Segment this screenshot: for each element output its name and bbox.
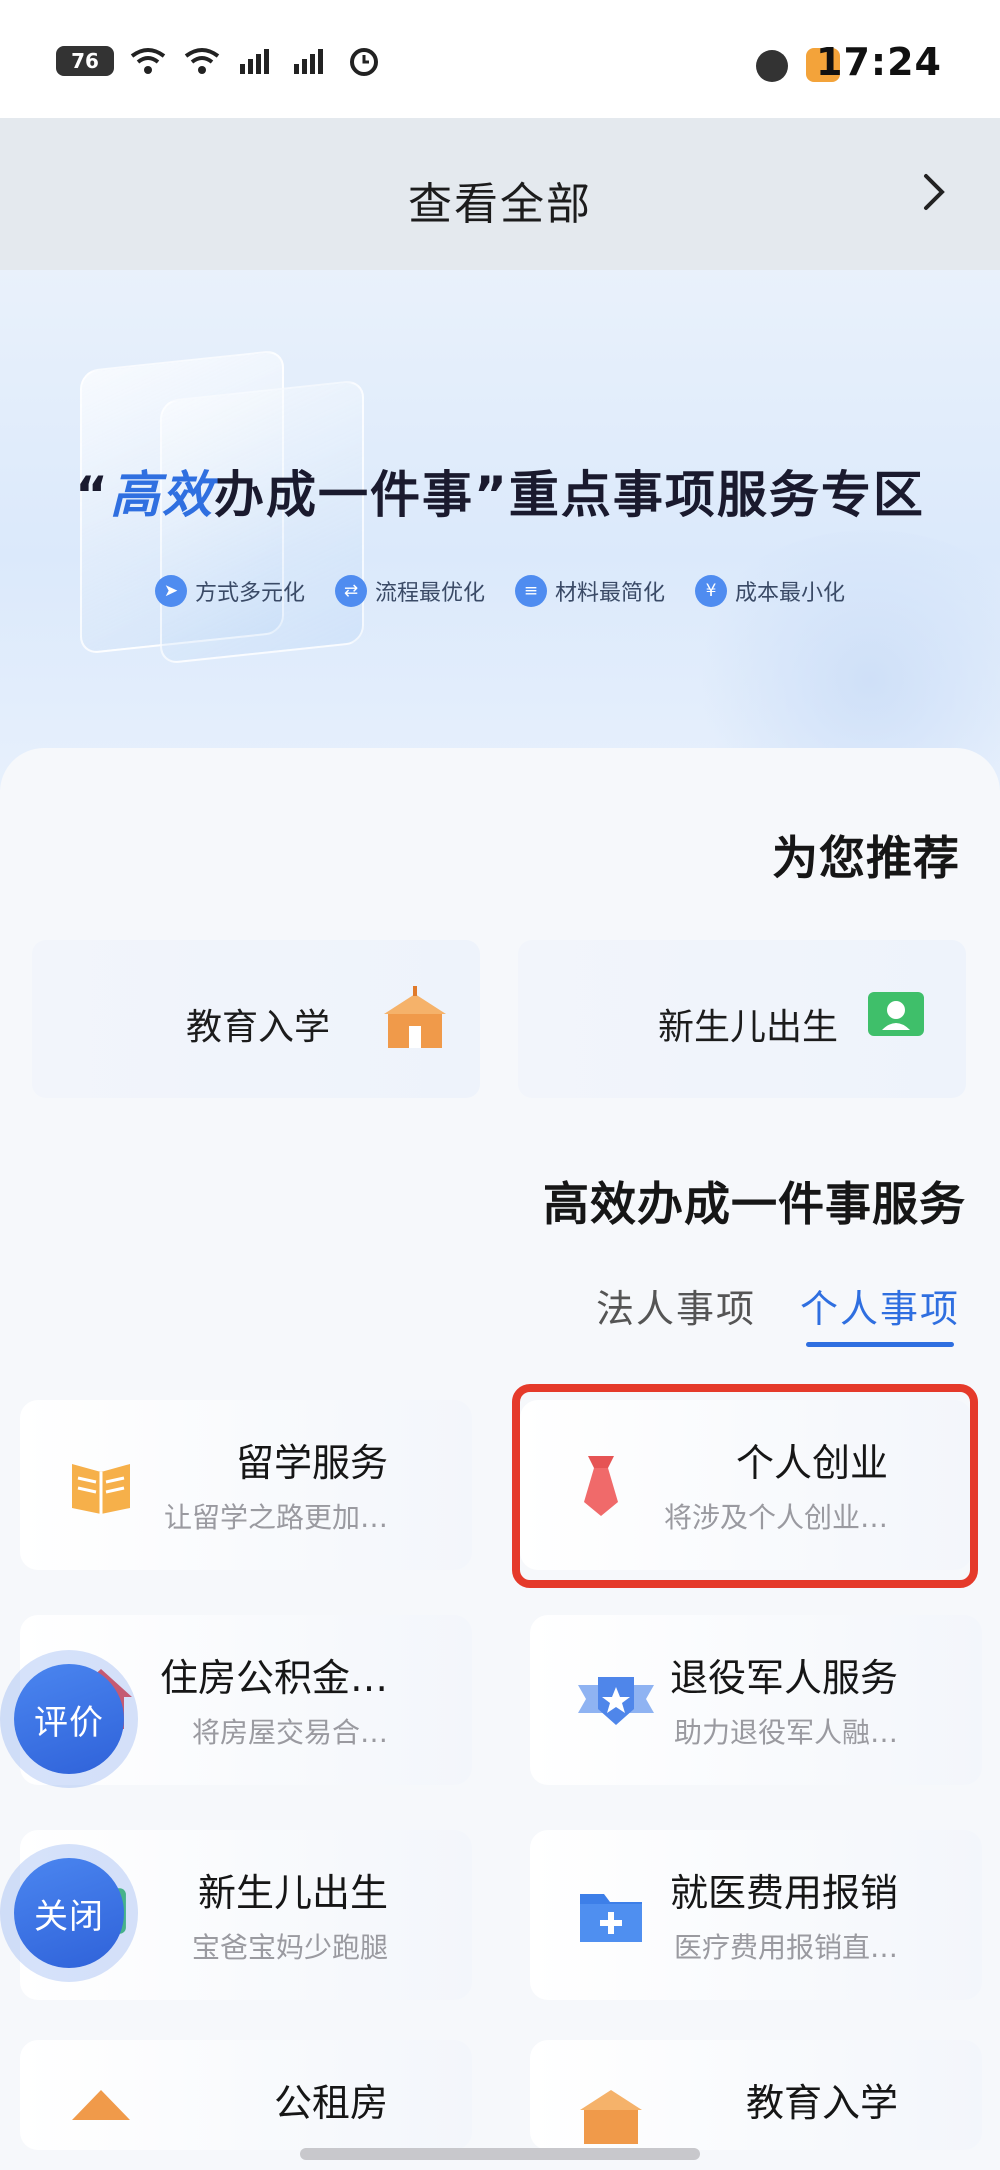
service-tabs: 法人事项 个人事项	[596, 1278, 960, 1347]
service-title: 公租房	[273, 2081, 388, 2125]
wifi-icon	[128, 44, 168, 78]
service-title: 教育入学	[745, 2081, 898, 2125]
banner-title-quote: “	[75, 466, 110, 524]
status-time: 17:24	[816, 40, 942, 84]
flow-icon: ⇄	[334, 575, 367, 607]
school-icon	[380, 984, 446, 1048]
rental-house-icon	[66, 2080, 136, 2150]
alarm-icon	[344, 44, 384, 78]
selection-highlight	[512, 1384, 978, 1588]
recommend-item-school[interactable]: 教育入学	[32, 940, 480, 1098]
status-icons: 76	[56, 44, 384, 78]
service-item-public-rental[interactable]: 公租房	[20, 2040, 472, 2150]
tab-personal[interactable]: 个人事项	[800, 1278, 960, 1347]
banner-tag-label: 成本最小化	[735, 581, 846, 606]
recommend-item-label: 新生儿出生	[657, 1007, 838, 1048]
view-all-bar[interactable]: 查看全部	[0, 118, 1000, 270]
services-title: 高效办成一件事服务	[543, 1177, 966, 1231]
service-title: 留学服务	[235, 1441, 388, 1485]
service-desc: 让留学之路更加…	[163, 1501, 388, 1534]
banner-title-highlight: 高效	[110, 466, 214, 524]
send-icon: ➤	[154, 575, 187, 607]
home-indicator[interactable]	[300, 2148, 700, 2160]
service-desc: 宝爸宝妈少跑腿	[191, 1931, 388, 1964]
service-desc: 医疗费用报销直…	[673, 1931, 898, 1964]
tab-legal-person[interactable]: 法人事项	[596, 1278, 756, 1333]
banner-tag: ≡ 材料最简化	[515, 575, 665, 607]
chevron-right-icon[interactable]	[912, 170, 956, 214]
medical-folder-icon	[576, 1880, 646, 1950]
service-item-veterans[interactable]: 退役军人服务 助力退役军人融…	[530, 1615, 982, 1785]
recommend-title: 为您推荐	[772, 831, 960, 885]
service-title: 退役军人服务	[669, 1656, 898, 1700]
service-title: 住房公积金…	[159, 1656, 388, 1700]
book-icon	[66, 1450, 136, 1520]
status-bar: 76 17:24	[0, 0, 1000, 118]
battery-indicator: 76	[56, 46, 114, 76]
battery-level: 76	[71, 49, 99, 73]
wifi-icon-2	[182, 44, 222, 78]
chat-app-icon	[756, 50, 788, 82]
banner-tag: ➤ 方式多元化	[154, 575, 305, 607]
banner-tags: ➤ 方式多元化 ⇄ 流程最优化 ≡ 材料最简化 ¥ 成本最小化	[0, 575, 1000, 607]
banner-tag-label: 流程最优化	[374, 581, 485, 606]
service-item-medical-reimbursement[interactable]: 就医费用报销 医疗费用报销直…	[530, 1830, 982, 2000]
military-badge-icon	[576, 1665, 654, 1735]
school-icon	[576, 2080, 646, 2150]
service-title: 就医费用报销	[669, 1871, 898, 1915]
service-desc: 助力退役军人融…	[673, 1716, 898, 1749]
hero-banner: “高效办成一件事”重点事项服务专区 ➤ 方式多元化 ⇄ 流程最优化 ≡ 材料最简化 ¥…	[0, 270, 1000, 790]
banner-tag: ¥ 成本最小化	[695, 575, 845, 607]
page-title: 查看全部	[408, 179, 592, 230]
service-item-education[interactable]: 教育入学	[530, 2040, 982, 2150]
signal-icon-2	[290, 44, 330, 78]
recommend-item-label: 教育入学	[185, 1007, 330, 1048]
coin-icon: ¥	[695, 575, 728, 607]
banner-tag-label: 材料最简化	[555, 581, 666, 606]
close-button[interactable]: 关闭	[14, 1858, 124, 1968]
document-icon: ≡	[515, 575, 547, 607]
newborn-icon	[866, 984, 926, 1044]
signal-icon	[236, 44, 276, 78]
service-item-study-abroad[interactable]: 留学服务 让留学之路更加…	[20, 1400, 472, 1570]
banner-tag: ⇄ 流程最优化	[334, 575, 485, 607]
banner-tag-label: 方式多元化	[194, 581, 305, 606]
banner-title-rest: 办成一件事”重点事项服务专区	[214, 466, 925, 524]
banner-title: “高效办成一件事”重点事项服务专区	[0, 455, 1000, 527]
service-desc: 将房屋交易合…	[191, 1716, 388, 1749]
service-title: 新生儿出生	[197, 1871, 388, 1915]
recommend-item-newborn[interactable]: 新生儿出生	[518, 940, 966, 1098]
rate-button[interactable]: 评价	[14, 1664, 124, 1774]
